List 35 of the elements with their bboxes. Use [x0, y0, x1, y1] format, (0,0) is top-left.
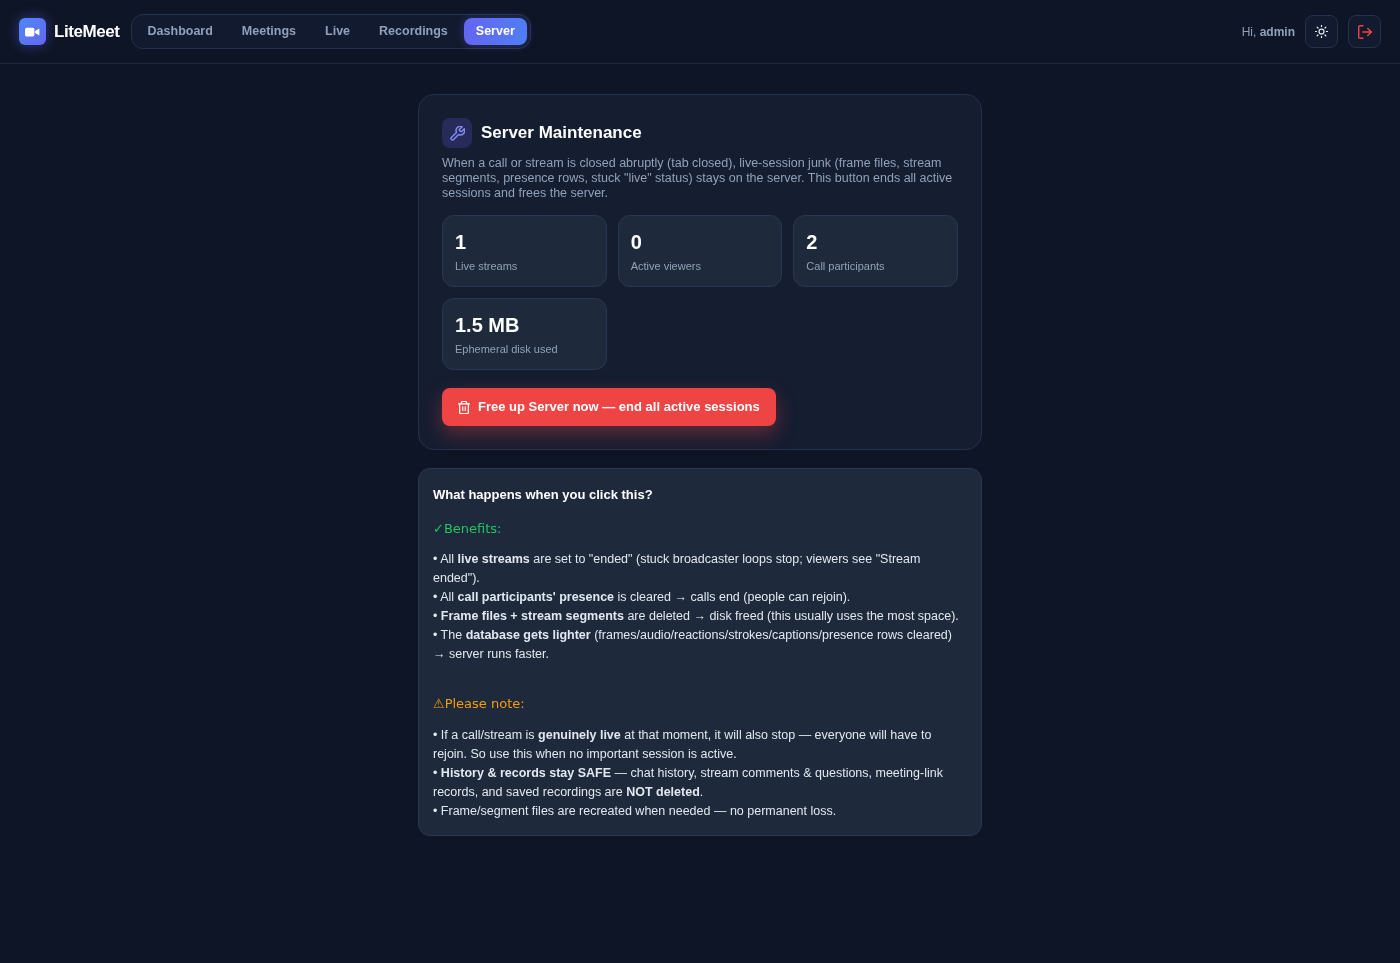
nav-tab[interactable]: Server [463, 18, 527, 45]
bullet-text: • All live streams are set to "ended" (stuck broadcaster loops stop; viewers see "Stream ended"). [433, 551, 922, 587]
logout-icon [1357, 24, 1372, 39]
stat-label: Live streams [455, 259, 519, 274]
wrench-icon [442, 118, 472, 148]
card-title: Server Maintenance [481, 122, 642, 145]
bullet-text: • If a call/stream is genuinely live at that moment, it will also stop — everyone will have to rejoin. So use this when no important session is active. [433, 726, 933, 763]
bullet-text: • All call participants' presence is cleared → calls end (people can rejoin). [433, 589, 852, 606]
bullet-text: • The database gets lighter (frames/audio/reactions/strokes/captions/presence rows cleared) → server runs faster. [433, 627, 953, 663]
nav-tab[interactable]: Recordings [366, 18, 461, 45]
user-greeting: Hi, admin [1241, 23, 1295, 41]
nav-tab[interactable]: Meetings [228, 18, 310, 45]
stat-value: 0 [630, 230, 643, 254]
trash-icon [458, 400, 470, 414]
section-heading: ✓Benefits: [433, 519, 503, 538]
app-name: LiteMeet [54, 20, 120, 43]
section-heading: ⚠Please note: [433, 695, 526, 713]
card-description: When a call or stream is closed abruptly (tab closed), live-session junk (frame files, stream segments, presence rows, stuck "live" status) stays on the server. This button ends all active sessions and frees the server. [442, 156, 954, 201]
logout-button[interactable] [1348, 15, 1381, 48]
sun-icon [1315, 25, 1328, 38]
bullet-text: • Frame files + stream segments are deleted → disk freed (this usually uses the most space). [433, 608, 960, 625]
nav-tab[interactable]: Dashboard [134, 18, 226, 45]
stat-label: Active viewers [630, 259, 702, 274]
free-up-server-button[interactable]: Free up Server now — end all active sessions [442, 388, 776, 426]
stat-value: 2 [806, 230, 819, 254]
bullet-text: • History & records stay SAFE — chat history, stream comments & questions, meeting-link records, and saved recordings are NOT deleted. [433, 764, 944, 801]
stat-label: Call participants [806, 259, 886, 274]
stat-label: Ephemeral disk used [455, 342, 559, 357]
stat-value: 1 [455, 230, 468, 254]
video-camera-icon [19, 18, 46, 45]
nav-tab[interactable]: Live [312, 18, 364, 45]
theme-toggle-button[interactable] [1305, 15, 1338, 48]
stat-value: 1.5 MB [455, 313, 521, 337]
info-title: What happens when you click this? [433, 486, 654, 504]
bullet-text: • Frame/segment files are recreated when needed — no permanent loss. [433, 802, 838, 820]
